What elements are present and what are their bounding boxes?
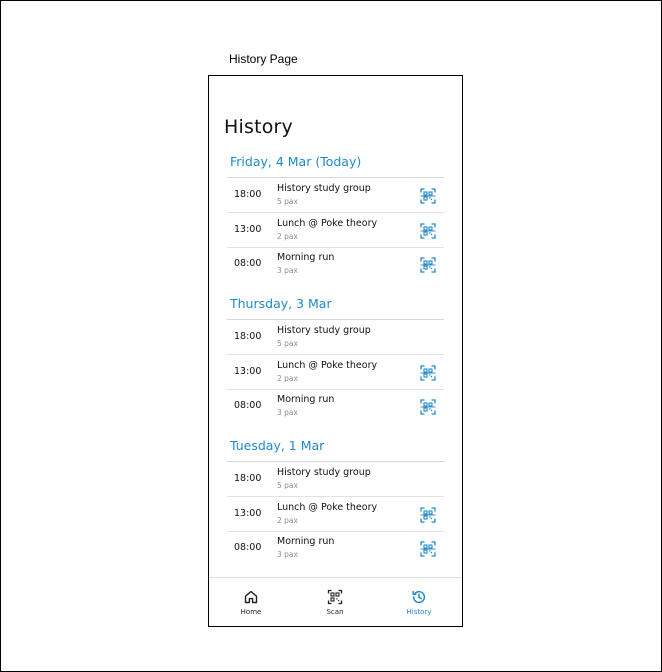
nav-scan[interactable]: Scan — [305, 589, 365, 616]
phone-frame: History Friday, 4 Mar (Today) 18:00 Histor… — [208, 75, 463, 627]
nav-home-label: Home — [240, 608, 262, 616]
row-time: 08:00 — [234, 258, 262, 269]
history-row[interactable]: 13:00 Lunch @ Poke theory 2 pax — [227, 497, 444, 532]
history-row[interactable]: 08:00 Morning run 3 pax — [227, 531, 444, 566]
nav-history[interactable]: History — [389, 589, 449, 616]
home-icon — [244, 590, 258, 604]
row-pax-count: 2 pax — [277, 373, 298, 383]
qr-code-scan-icon[interactable] — [420, 364, 436, 381]
qr-code-scan-icon[interactable] — [420, 188, 436, 204]
row-pax-count: 2 pax — [277, 515, 298, 525]
row-time: 13:00 — [234, 507, 262, 519]
qr-code-scan-icon[interactable] — [420, 506, 436, 523]
row-time: 08:00 — [234, 400, 262, 411]
row-pax-count: 2 pax — [277, 231, 298, 241]
row-time: 18:00 — [234, 473, 262, 484]
row-pax-count: 3 pax — [277, 408, 298, 417]
section-date-header: Friday, 4 Mar (Today) — [230, 154, 362, 169]
page-title: History — [224, 116, 293, 138]
history-row[interactable]: 18:00 History study group 5 pax — [227, 320, 444, 355]
row-pax-count: 5 pax — [277, 481, 298, 490]
row-pax-count: 3 pax — [277, 550, 298, 559]
row-time: 13:00 — [234, 365, 262, 377]
row-title: Morning run — [277, 394, 335, 405]
row-time: 13:00 — [234, 223, 262, 235]
row-title: History study group — [277, 183, 371, 194]
qr-code-scan-icon[interactable] — [420, 222, 436, 239]
qr-scan-icon — [327, 589, 343, 605]
row-title: Lunch @ Poke theory — [277, 217, 378, 229]
row-time: 18:00 — [234, 331, 262, 342]
row-pax-count: 5 pax — [277, 339, 298, 348]
history-row[interactable]: 18:00 History study group 5 pax — [227, 462, 444, 497]
section-date-header: Thursday, 3 Mar — [230, 296, 332, 311]
row-title: Lunch @ Poke theory — [277, 501, 378, 513]
history-row[interactable]: 08:00 Morning run 3 pax — [227, 389, 444, 424]
row-title: Morning run — [277, 536, 335, 547]
qr-code-scan-icon[interactable] — [420, 399, 436, 415]
history-row[interactable]: 08:00 Morning run 3 pax — [227, 247, 444, 282]
nav-scan-label: Scan — [326, 608, 344, 616]
nav-home[interactable]: Home — [221, 589, 281, 616]
row-title: Lunch @ Poke theory — [277, 359, 378, 371]
history-row[interactable]: 13:00 Lunch @ Poke theory 2 pax — [227, 355, 444, 390]
bottom-nav: Home Scan History — [209, 577, 462, 626]
row-pax-count: 5 pax — [277, 197, 298, 206]
qr-code-scan-icon[interactable] — [420, 541, 436, 557]
history-clock-icon — [412, 590, 426, 604]
history-row[interactable]: 13:00 Lunch @ Poke theory 2 pax — [227, 213, 444, 248]
nav-history-label: History — [406, 608, 432, 616]
row-title: History study group — [277, 467, 371, 478]
row-title: History study group — [277, 325, 371, 336]
history-row[interactable]: 18:00 History study group 5 pax — [227, 178, 444, 213]
page-caption: History Page — [229, 52, 298, 66]
row-pax-count: 3 pax — [277, 266, 298, 275]
row-title: Morning run — [277, 252, 335, 263]
row-time: 08:00 — [234, 542, 262, 553]
section-date-header: Tuesday, 1 Mar — [230, 438, 325, 453]
row-time: 18:00 — [234, 189, 262, 200]
qr-code-scan-icon[interactable] — [420, 257, 436, 273]
